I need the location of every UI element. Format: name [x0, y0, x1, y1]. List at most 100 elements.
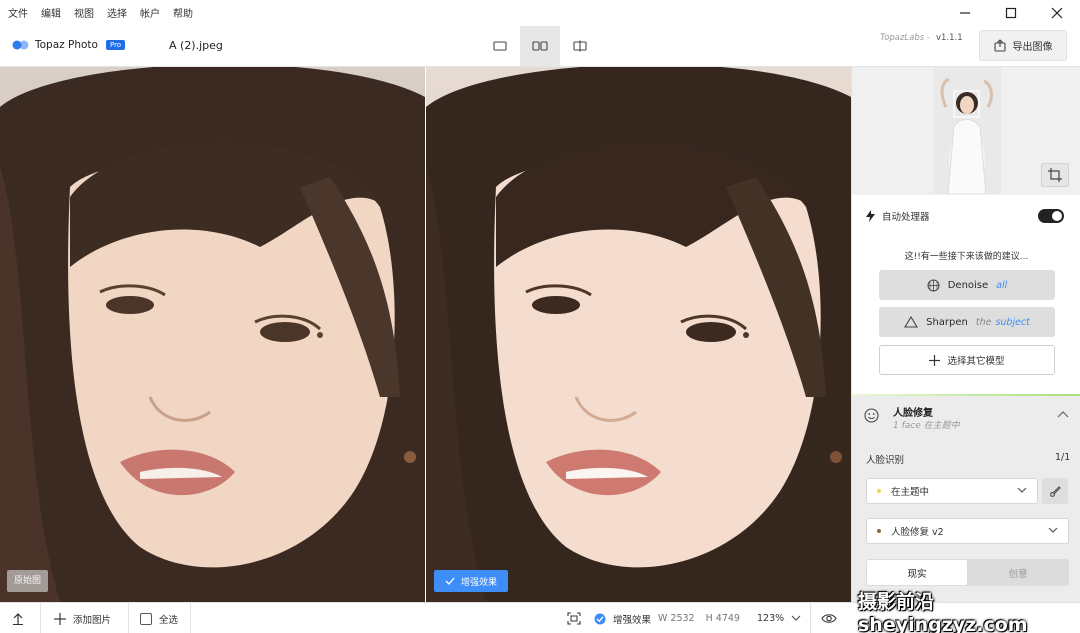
crop-button[interactable]: [1041, 163, 1069, 187]
window-controls: [942, 0, 1080, 26]
watermark: 摄影前沿 sheyingzyz.com: [858, 590, 1028, 633]
eye-icon: [821, 614, 837, 623]
menu-file[interactable]: 文件: [8, 5, 28, 20]
app-name: Topaz Photo: [35, 39, 98, 51]
tab-realistic[interactable]: 现实: [867, 560, 967, 585]
denoise-qualifier: all: [996, 279, 1008, 291]
enhanced-preview[interactable]: [426, 67, 851, 602]
toolbar: Topaz Photo Pro A (2).jpeg TopazLabs - v1…: [0, 26, 1080, 67]
split-view-icon: [573, 40, 587, 52]
side-by-side-icon: [532, 41, 548, 51]
style-segmented-control: 现实 创意: [866, 559, 1069, 586]
check-icon: [445, 577, 455, 585]
original-label: 原始图: [7, 570, 49, 592]
sharpen-label: Sharpen: [926, 316, 968, 328]
minimize-icon: [960, 12, 970, 14]
brand-text: TopazLabs -: [880, 33, 930, 43]
navigator-thumbnail[interactable]: [934, 67, 1001, 194]
plus-icon: [929, 354, 941, 366]
denoise-icon: [927, 279, 940, 291]
zoom-select[interactable]: 123%: [757, 603, 801, 633]
sharpen-suggestion-button[interactable]: Sharpen the subject: [879, 307, 1055, 337]
navigator: [852, 67, 1080, 195]
upload-button[interactable]: [12, 603, 24, 633]
image-height: H 4749: [705, 613, 740, 624]
choose-other-model-button[interactable]: 选择其它模型: [879, 345, 1055, 375]
menu-account[interactable]: 帐户: [140, 5, 160, 20]
export-icon: [993, 39, 1006, 52]
original-photo: [0, 67, 425, 602]
minimize-button[interactable]: [942, 0, 988, 26]
model-dot: [877, 529, 881, 533]
choose-other-model-label: 选择其它模型: [947, 356, 1005, 367]
chevron-down-icon: [1017, 487, 1027, 493]
enhanced-label-text: 增强效果: [460, 577, 497, 588]
check-circle-icon: [594, 613, 606, 624]
view-mode-switcher: [480, 26, 600, 66]
right-panel: 自动处理器 这!!有一些接下来该做的建议... Denoise all Shar…: [851, 67, 1080, 602]
fit-view-button[interactable]: [567, 603, 581, 633]
topaz-logo-icon: [12, 40, 29, 50]
face-icon: [864, 408, 879, 423]
menu-view[interactable]: 视图: [74, 5, 94, 20]
image-width: W 2532: [658, 613, 695, 624]
suggestion-text: 这!!有一些接下来该做的建议...: [904, 252, 1029, 262]
zoom-value: 123%: [757, 613, 785, 624]
face-detection-label: 人脸识别: [866, 455, 905, 466]
enhanced-status-label: 增强效果: [613, 614, 652, 626]
sharpen-qualifier: subject: [995, 316, 1030, 328]
topazlabs-brand: TopazLabs - v1.1.1: [880, 33, 963, 43]
enhanced-status: 增强效果 W 2532 H 4749: [594, 603, 740, 633]
autopilot-section: 自动处理器 这!!有一些接下来该做的建议... Denoise all Shar…: [852, 195, 1080, 395]
maximize-button[interactable]: [988, 0, 1034, 26]
add-image-label: 添加图片: [73, 614, 112, 626]
export-button[interactable]: 导出图像: [979, 30, 1067, 61]
fit-screen-icon: [567, 612, 581, 625]
preview-toggle-button[interactable]: [821, 603, 837, 633]
preview-area[interactable]: 原始图 增强效果: [0, 67, 851, 602]
chevron-up-icon[interactable]: [1057, 410, 1069, 418]
menu-help[interactable]: 帮助: [173, 5, 193, 20]
select-all-control[interactable]: 全选: [140, 603, 178, 633]
menu-list: 文件 编辑 视图 选择 帐户 帮助: [8, 5, 193, 20]
export-label: 导出图像: [1012, 42, 1053, 53]
select-all-checkbox[interactable]: [140, 612, 152, 625]
chevron-down-icon: [1048, 527, 1058, 533]
model-select-value: 人脸修复 v2: [891, 527, 944, 538]
bottom-separator: [810, 603, 811, 633]
face-detection-count: 1/1: [1055, 452, 1071, 463]
tab-creative[interactable]: 创意: [968, 559, 1068, 586]
select-all-label: 全选: [159, 614, 179, 626]
view-side-by-side-button[interactable]: [520, 26, 560, 66]
thumbnail-image: [934, 67, 1001, 194]
brush-button[interactable]: [1042, 478, 1068, 504]
add-image-button[interactable]: 添加图片: [54, 603, 111, 633]
bottom-separator: [128, 603, 129, 633]
original-preview[interactable]: [0, 67, 425, 602]
denoise-suggestion-button[interactable]: Denoise all: [879, 270, 1055, 300]
pro-badge: Pro: [105, 40, 126, 50]
denoise-label: Denoise: [947, 279, 989, 291]
brush-icon: [1050, 486, 1061, 497]
maximize-icon: [1005, 7, 1017, 19]
menu-edit[interactable]: 编辑: [41, 5, 61, 20]
menu-select[interactable]: 选择: [107, 5, 127, 20]
bottom-separator: [40, 603, 41, 633]
close-icon: [1051, 7, 1063, 19]
subject-select[interactable]: 在主题中: [866, 478, 1038, 504]
face-recovery-title: 人脸修复: [893, 408, 933, 419]
autopilot-header: 自动处理器: [866, 209, 930, 223]
autopilot-toggle[interactable]: [1038, 209, 1064, 223]
view-single-button[interactable]: [480, 26, 520, 66]
enhanced-photo: [426, 67, 851, 602]
face-recovery-section: 人脸修复 1 face 在主题中 人脸识别 1/1 在主题中 人脸修复 v2 现…: [852, 396, 1080, 602]
close-button[interactable]: [1034, 0, 1080, 26]
view-split-button[interactable]: [560, 26, 600, 66]
model-select[interactable]: 人脸修复 v2: [866, 518, 1069, 544]
sharpen-icon: [904, 316, 919, 328]
bottom-separator: [190, 603, 191, 633]
version-label: v1.1.1: [935, 33, 963, 43]
file-name: A (2).jpeg: [169, 39, 223, 52]
subject-select-value: 在主题中: [891, 487, 930, 498]
upload-icon: [13, 613, 23, 625]
